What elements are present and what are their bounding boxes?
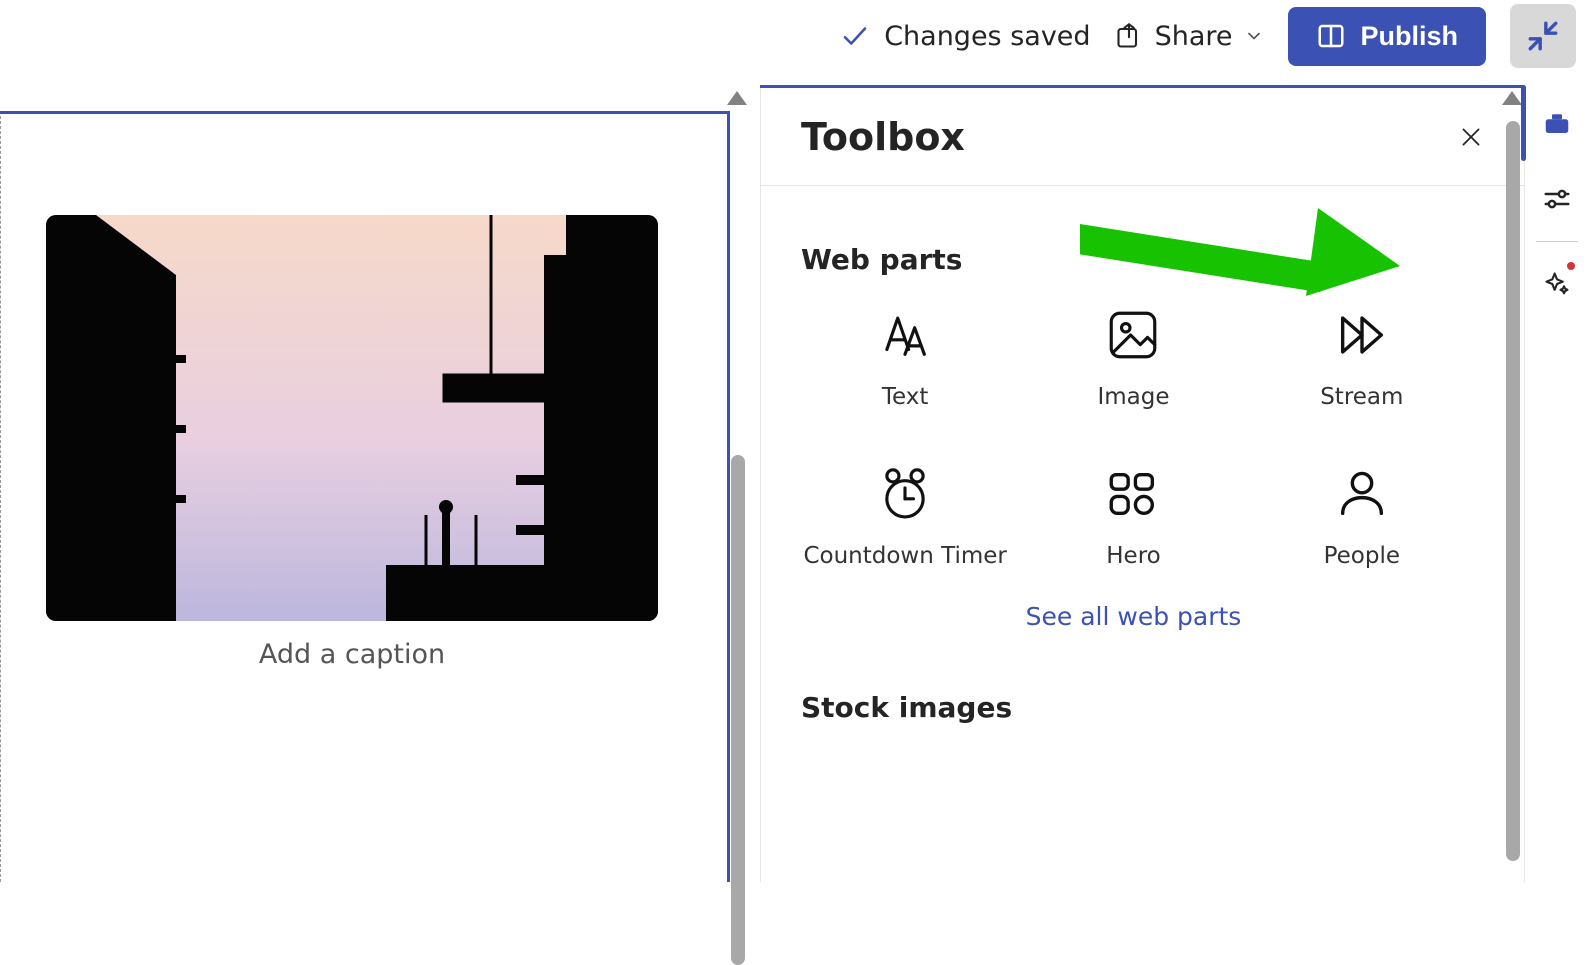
webpart-label: People xyxy=(1324,541,1400,572)
chevron-down-icon xyxy=(1244,26,1264,46)
editor-canvas: Add a caption xyxy=(0,85,760,882)
share-label: Share xyxy=(1155,21,1233,52)
hero-icon xyxy=(1104,465,1162,523)
publish-label: Publish xyxy=(1360,21,1458,52)
sparkle-icon xyxy=(1543,270,1571,298)
webpart-tile-people[interactable]: People xyxy=(1258,459,1466,578)
webpart-tile-text[interactable]: Text xyxy=(801,300,1009,419)
share-menu[interactable]: Share xyxy=(1115,21,1265,52)
sliders-icon xyxy=(1542,184,1572,214)
person-icon xyxy=(1333,465,1391,523)
right-rail xyxy=(1524,85,1588,882)
panel-top-accent xyxy=(760,85,1524,88)
save-status: Changes saved xyxy=(840,21,1090,52)
rail-separator xyxy=(1536,241,1578,242)
save-status-label: Changes saved xyxy=(884,21,1090,52)
text-icon xyxy=(876,306,934,364)
canvas-scroll-up-icon[interactable] xyxy=(727,91,747,105)
webparts-heading: Web parts xyxy=(801,243,1466,276)
clock-icon xyxy=(876,465,934,523)
webpart-label: Countdown Timer xyxy=(803,541,1006,572)
webpart-tile-stream[interactable]: Stream xyxy=(1258,300,1466,419)
panel-scroll-up-icon[interactable] xyxy=(1502,91,1522,105)
webpart-tile-hero[interactable]: Hero xyxy=(1029,459,1237,578)
collapse-panel-button[interactable] xyxy=(1510,4,1576,68)
checkmark-icon xyxy=(840,21,870,51)
rail-settings-button[interactable] xyxy=(1525,161,1588,237)
share-icon xyxy=(1115,22,1143,50)
top-command-bar: Changes saved Share Publish xyxy=(0,0,1588,72)
image-preview xyxy=(46,215,658,621)
close-icon xyxy=(1458,124,1484,150)
image-icon xyxy=(1104,306,1162,364)
see-all-webparts-link[interactable]: See all web parts xyxy=(801,602,1466,631)
image-caption-input[interactable]: Add a caption xyxy=(46,639,658,670)
webpart-label: Text xyxy=(882,382,929,413)
image-webpart[interactable]: Add a caption xyxy=(46,215,658,670)
panel-scrollbar-thumb[interactable] xyxy=(1506,121,1520,861)
close-panel-button[interactable] xyxy=(1458,124,1484,150)
rail-toolbox-button[interactable] xyxy=(1525,85,1588,161)
toolbox-body: Web parts Text xyxy=(761,195,1506,882)
toolbox-header: Toolbox xyxy=(761,85,1524,186)
stock-images-heading: Stock images xyxy=(801,691,1466,724)
webpart-tile-countdown[interactable]: Countdown Timer xyxy=(801,459,1009,578)
canvas-scrollbar-thumb[interactable] xyxy=(731,455,745,965)
rail-ai-button[interactable] xyxy=(1525,246,1588,322)
book-open-icon xyxy=(1316,21,1346,51)
toolbox-panel: Toolbox Web parts Text xyxy=(760,85,1524,882)
stream-icon xyxy=(1333,306,1391,364)
webpart-label: Image xyxy=(1097,382,1169,413)
webpart-label: Stream xyxy=(1320,382,1403,413)
notification-dot-icon xyxy=(1567,262,1575,270)
webpart-tile-image[interactable]: Image xyxy=(1029,300,1237,419)
publish-button[interactable]: Publish xyxy=(1288,7,1486,66)
toolbox-title: Toolbox xyxy=(801,115,965,159)
toolbox-icon xyxy=(1542,108,1572,138)
webparts-grid: Text Image xyxy=(801,300,1466,578)
webpart-label: Hero xyxy=(1106,541,1160,572)
collapse-icon xyxy=(1526,19,1560,53)
